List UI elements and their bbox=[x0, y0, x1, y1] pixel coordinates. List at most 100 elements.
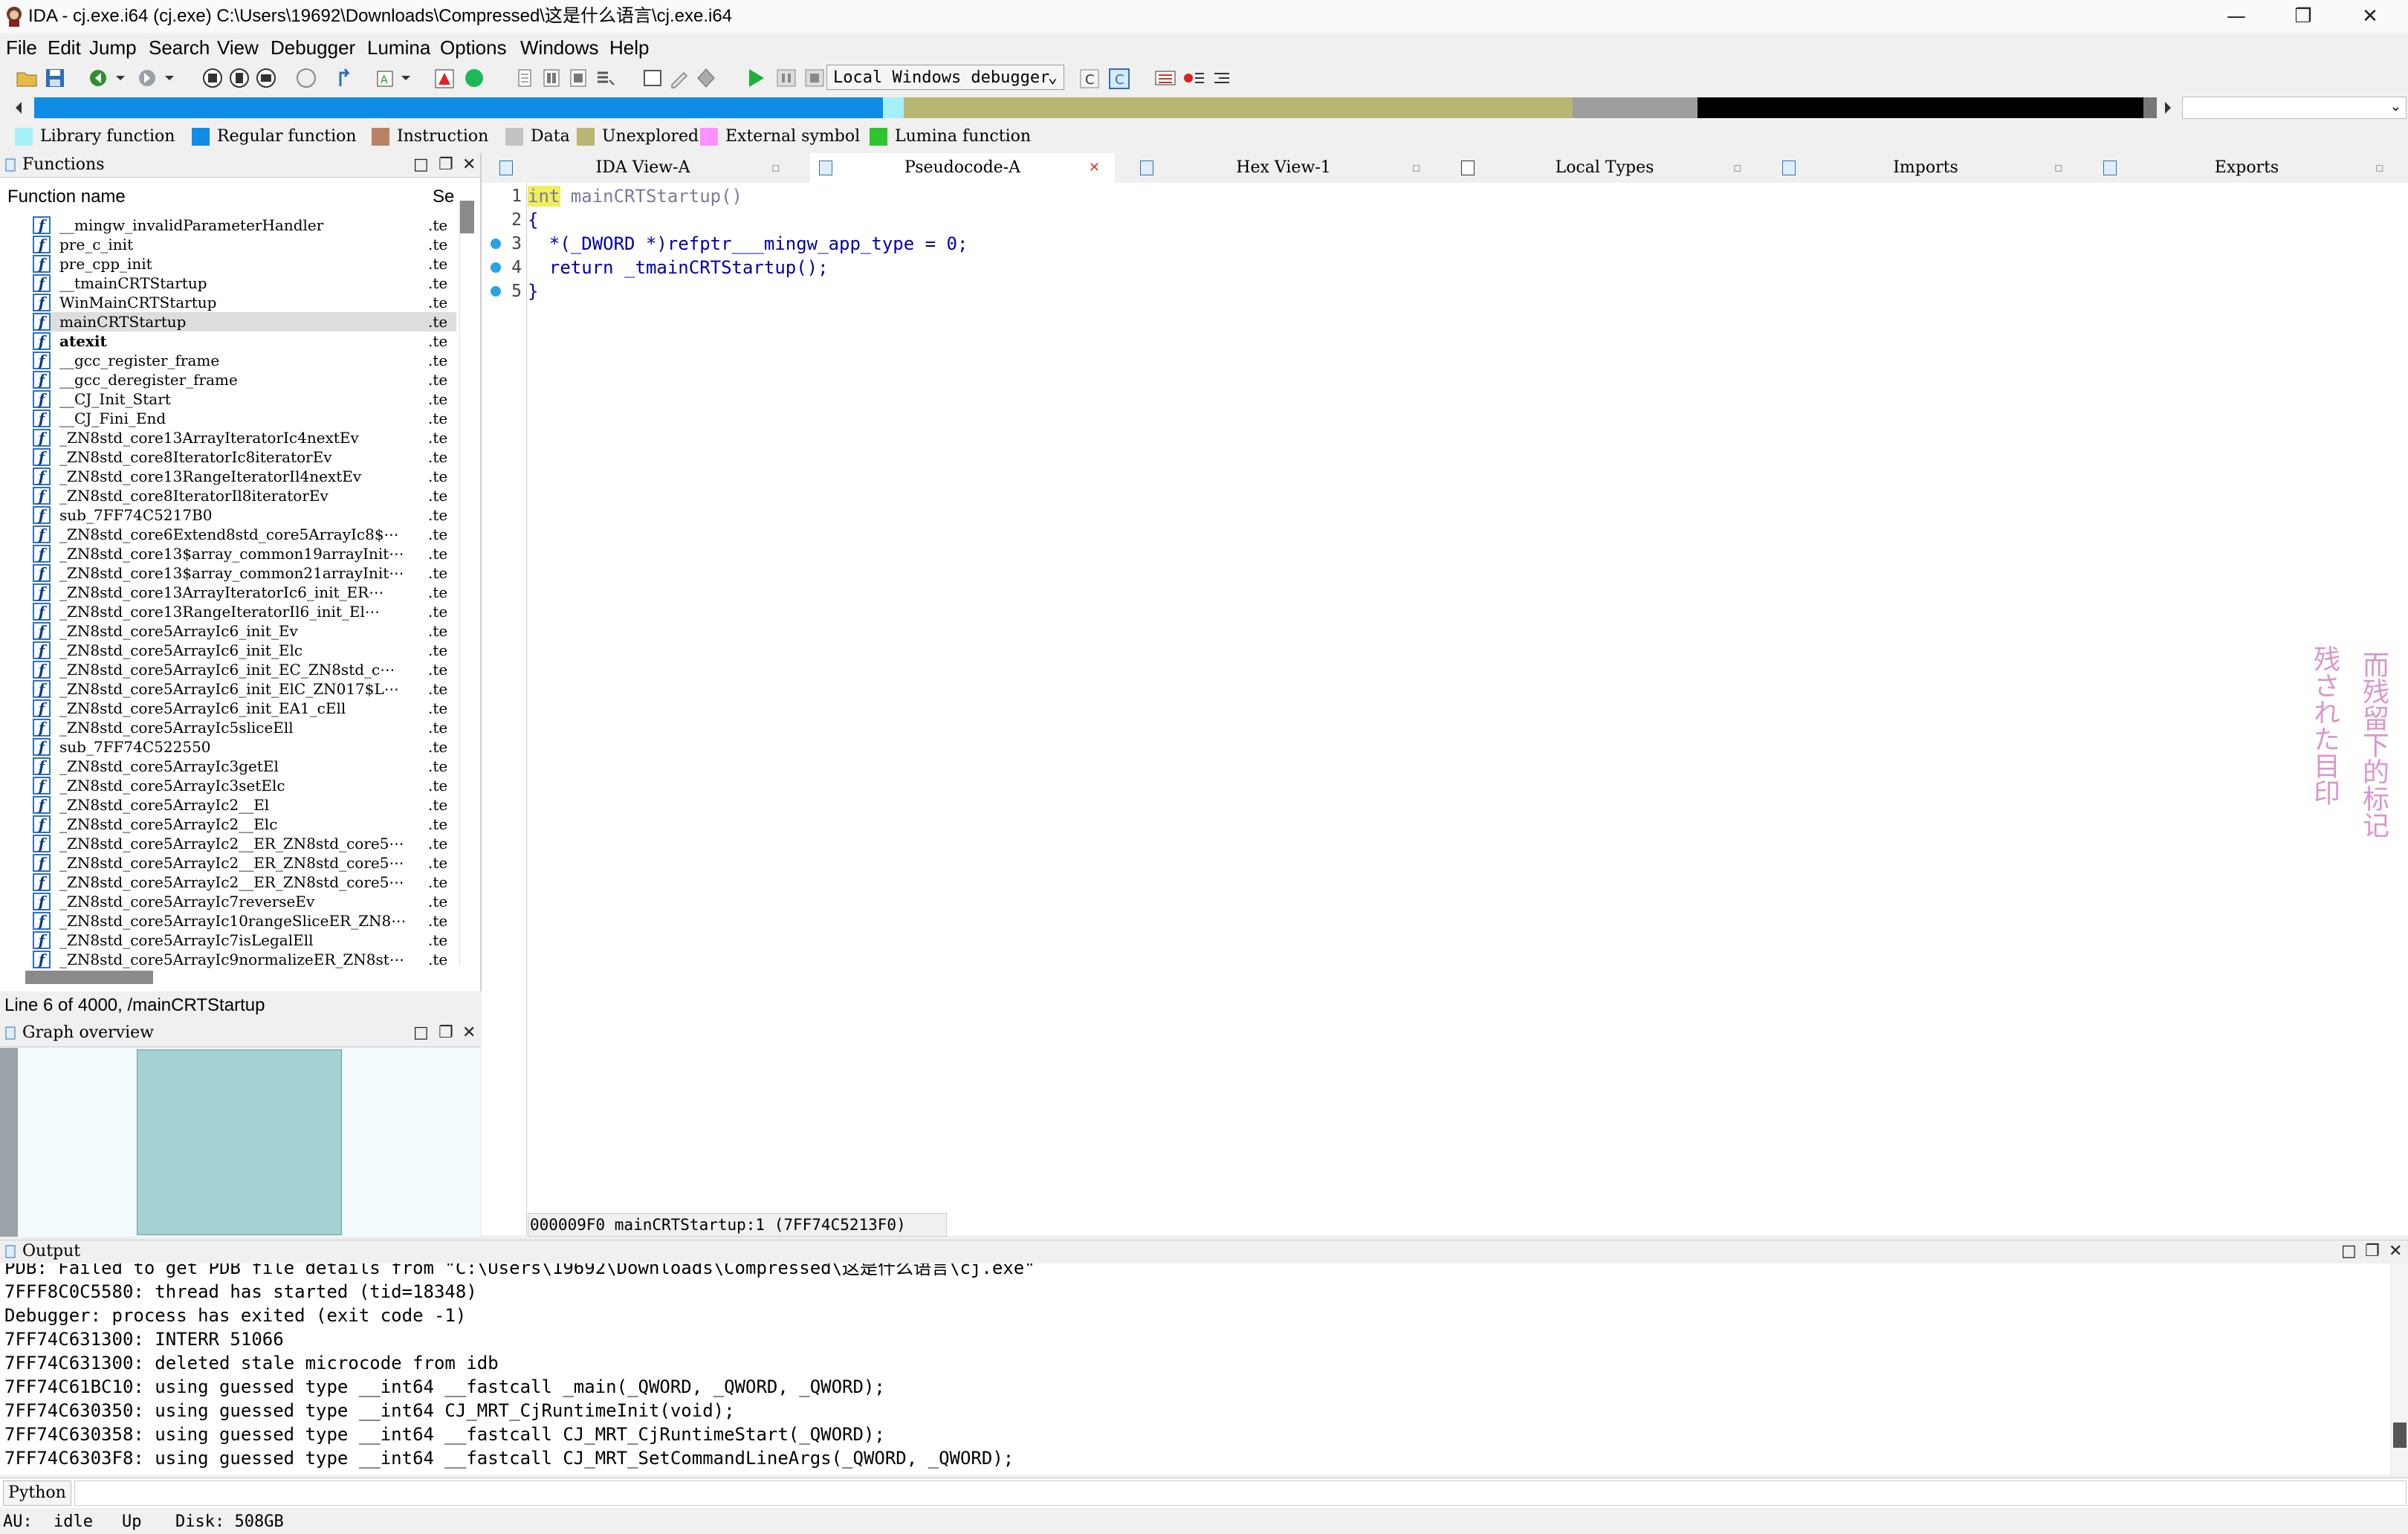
hex-view-icon[interactable] bbox=[254, 65, 278, 91]
proximity-icon[interactable] bbox=[294, 65, 318, 91]
lumina-icon[interactable] bbox=[462, 65, 486, 91]
function-row[interactable]: f _ZN8std_core8IteratorIl8iteratorEv .te bbox=[33, 486, 456, 505]
code-icon[interactable] bbox=[513, 65, 537, 91]
panel-close-icon[interactable]: ✕ bbox=[462, 155, 476, 175]
pseudocode-view[interactable] bbox=[482, 183, 2408, 1235]
function-row[interactable]: f sub_7FF74C522550 .te bbox=[33, 737, 456, 757]
function-row[interactable]: f _ZN8std_core5ArrayIc2__ER_ZN8std_core5⋯… bbox=[33, 853, 456, 873]
tab-close-icon[interactable]: ▫ bbox=[2375, 153, 2384, 183]
array-icon[interactable] bbox=[593, 65, 617, 91]
graph-view-icon[interactable] bbox=[201, 65, 224, 91]
function-row[interactable]: f _ZN8std_core5ArrayIc10rangeSliceER_ZN8⋯… bbox=[33, 911, 456, 931]
column-segment[interactable]: Se bbox=[433, 186, 454, 208]
function-row[interactable]: f _ZN8std_core13ArrayIteratorIc4nextEv .te bbox=[33, 428, 456, 447]
function-row[interactable]: f _ZN8std_core5ArrayIc5sliceEll .te bbox=[33, 718, 456, 737]
function-row[interactable]: f mainCRTStartup .te bbox=[33, 312, 456, 331]
breakpoint-dot[interactable] bbox=[491, 239, 501, 249]
command-input[interactable] bbox=[74, 1480, 2407, 1506]
decompile-c-icon[interactable]: C bbox=[1078, 65, 1101, 91]
debugger-select[interactable]: Local Windows debugger ⌄ bbox=[826, 65, 1064, 90]
pause-icon[interactable] bbox=[774, 65, 798, 91]
output-scrollbar-thumb[interactable] bbox=[2393, 1423, 2407, 1448]
function-row[interactable]: f _ZN8std_core13$array_common21arrayInit⋯… bbox=[33, 563, 456, 583]
back-icon[interactable] bbox=[86, 65, 110, 91]
tab-imports[interactable]: Imports ▫ bbox=[1773, 153, 2078, 183]
output-log[interactable]: PDB: Failed to get PDB file details from… bbox=[0, 1263, 2390, 1475]
code-line-2[interactable]: { bbox=[528, 208, 538, 232]
language-selector[interactable]: Python bbox=[3, 1480, 71, 1506]
forward-icon[interactable] bbox=[135, 65, 159, 91]
tab-pseudocode-a[interactable]: Pseudocode-A ✕ bbox=[810, 153, 1115, 183]
struct-icon[interactable] bbox=[566, 65, 590, 91]
function-row[interactable]: f _ZN8std_core5ArrayIc6_init_Ev .te bbox=[33, 621, 456, 641]
function-row[interactable]: f __mingw_invalidParameterHandler .te bbox=[33, 216, 456, 235]
function-row[interactable]: f _ZN8std_core13RangeIteratorIl4nextEv .te bbox=[33, 467, 456, 486]
list-red-icon[interactable] bbox=[1153, 65, 1177, 91]
menu-jump[interactable]: Jump bbox=[89, 36, 137, 59]
chevron-down-icon[interactable] bbox=[161, 65, 178, 91]
diamond-icon[interactable] bbox=[694, 65, 718, 91]
function-row[interactable]: f pre_cpp_init .te bbox=[33, 254, 456, 274]
undefine-icon[interactable] bbox=[641, 65, 664, 91]
functions-scrollbar[interactable] bbox=[459, 201, 475, 965]
panel-float-icon[interactable]: ❐ bbox=[438, 155, 453, 175]
maximize-button[interactable]: ❐ bbox=[2270, 0, 2337, 33]
menu-search[interactable]: Search bbox=[149, 36, 210, 59]
tab-local-types[interactable]: Local Types ▫ bbox=[1452, 153, 1757, 183]
menu-edit[interactable]: Edit bbox=[48, 36, 81, 59]
function-row[interactable]: f _ZN8std_core13RangeIteratorIl6_init_El⋯… bbox=[33, 602, 456, 621]
code-line-3[interactable]: *(_DWORD *)refptr___mingw_app_type = 0; bbox=[528, 232, 968, 256]
panel-float-icon[interactable]: ❐ bbox=[438, 1023, 453, 1043]
chevron-down-icon[interactable] bbox=[397, 65, 415, 91]
panel-maximize-icon[interactable]: □ bbox=[413, 1023, 429, 1043]
breakpoint-list-icon[interactable] bbox=[1182, 65, 1205, 91]
tab-ida-view-a[interactable]: IDA View-A ▫ bbox=[491, 153, 795, 183]
tab-close-icon[interactable]: ▫ bbox=[1733, 153, 1742, 183]
function-row[interactable]: f _ZN8std_core5ArrayIc2__El .te bbox=[33, 795, 456, 815]
function-row[interactable]: f _ZN8std_core5ArrayIc3getEl .te bbox=[33, 757, 456, 776]
menu-lumina[interactable]: Lumina bbox=[367, 36, 430, 59]
nav-right-arrow-icon[interactable] bbox=[2163, 100, 2173, 116]
minimize-button[interactable]: — bbox=[2203, 0, 2270, 33]
function-row[interactable]: f __CJ_Fini_End .te bbox=[33, 409, 456, 428]
save-icon[interactable] bbox=[43, 65, 67, 91]
nav-left-arrow-icon[interactable] bbox=[13, 100, 24, 116]
tab-close-icon[interactable]: ▫ bbox=[771, 153, 780, 183]
start-process-icon[interactable] bbox=[743, 65, 767, 91]
data-icon[interactable] bbox=[540, 65, 563, 91]
function-row[interactable]: f __gcc_deregister_frame .te bbox=[33, 370, 456, 389]
function-row[interactable]: f pre_c_init .te bbox=[33, 235, 456, 254]
function-row[interactable]: f sub_7FF74C5217B0 .te bbox=[33, 505, 456, 525]
rename-icon[interactable] bbox=[667, 65, 691, 91]
functions-hscroll-thumb[interactable] bbox=[25, 971, 153, 984]
breakpoint-dot[interactable] bbox=[491, 262, 501, 273]
navigation-band[interactable] bbox=[34, 97, 2157, 118]
function-row[interactable]: f _ZN8std_core5ArrayIc6_init_EA1_cEll .te bbox=[33, 699, 456, 718]
menu-debugger[interactable]: Debugger bbox=[271, 36, 355, 59]
decompile-active-icon[interactable]: C bbox=[1107, 65, 1131, 91]
function-row[interactable]: f __gcc_register_frame .te bbox=[33, 351, 456, 370]
function-row[interactable]: f _ZN8std_core5ArrayIc6_init_ElC_ZN017$L⋯… bbox=[33, 679, 456, 699]
function-row[interactable]: f _ZN8std_core5ArrayIc6_init_Elc .te bbox=[33, 641, 456, 660]
stop-icon[interactable] bbox=[803, 65, 826, 91]
menu-file[interactable]: File bbox=[6, 36, 37, 59]
nav-select[interactable]: ⌄ bbox=[2182, 97, 2407, 119]
panel-maximize-icon[interactable]: □ bbox=[413, 155, 429, 175]
function-row[interactable]: f _ZN8std_core6Extend8std_core5ArrayIc8$⋯… bbox=[33, 525, 456, 544]
tab-close-icon[interactable]: ▫ bbox=[1412, 153, 1421, 183]
panel-maximize-icon[interactable]: □ bbox=[2341, 1241, 2357, 1262]
close-button[interactable]: ✕ bbox=[2337, 0, 2404, 33]
tab-close-icon[interactable]: ▫ bbox=[2054, 153, 2063, 183]
jump-arrow-icon[interactable] bbox=[333, 65, 357, 91]
patch-icon[interactable]: A bbox=[373, 65, 397, 91]
function-row[interactable]: f _ZN8std_core5ArrayIc9normalizeER_ZN8st⋯… bbox=[33, 950, 456, 969]
function-row[interactable]: f _ZN8std_core13$array_common19arrayInit⋯… bbox=[33, 544, 456, 563]
function-row[interactable]: f _ZN8std_core5ArrayIc2__Elc .te bbox=[33, 815, 456, 834]
function-row[interactable]: f _ZN8std_core5ArrayIc2__ER_ZN8std_core5⋯… bbox=[33, 834, 456, 853]
menu-options[interactable]: Options bbox=[440, 36, 507, 59]
function-row[interactable]: f WinMainCRTStartup .te bbox=[33, 293, 456, 312]
function-row[interactable]: f _ZN8std_core5ArrayIc7isLegalEll .te bbox=[33, 931, 456, 950]
tab-exports[interactable]: Exports ▫ bbox=[2094, 153, 2399, 183]
function-row[interactable]: f _ZN8std_core13ArrayIteratorIc6_init_ER⋯… bbox=[33, 583, 456, 602]
column-function-name[interactable]: Function name bbox=[7, 186, 126, 208]
